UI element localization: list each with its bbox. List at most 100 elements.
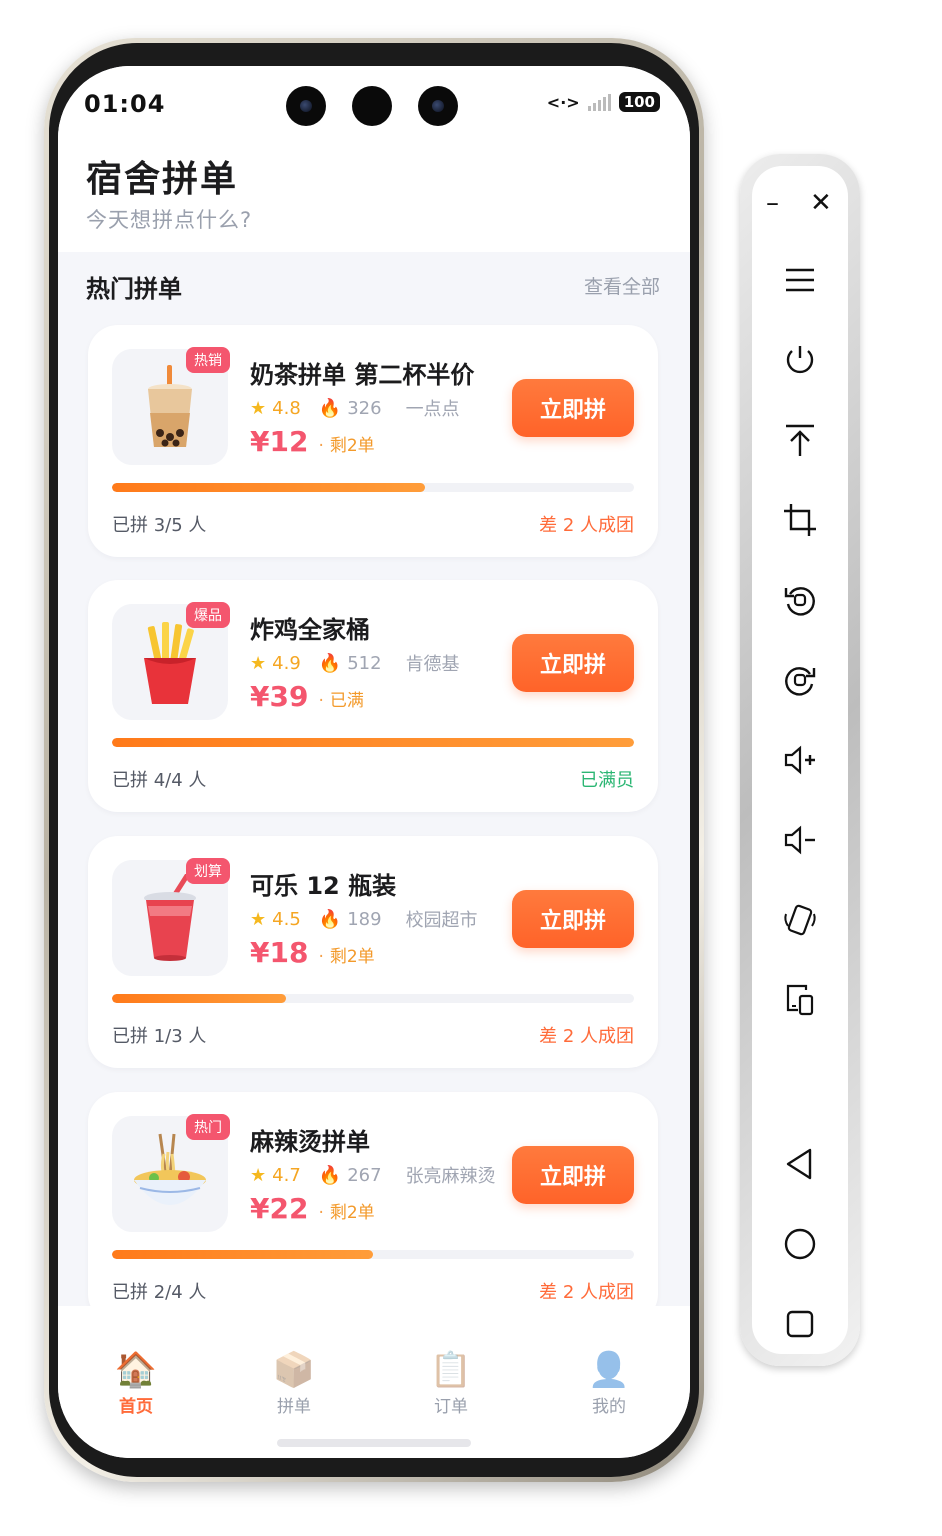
tab-label: 我的: [592, 1397, 626, 1417]
shake-button[interactable]: [772, 892, 828, 948]
remaining-text: 剩2单: [329, 436, 375, 456]
group-progress-bar: [112, 738, 634, 747]
shake-icon: [784, 904, 816, 936]
card-tag: 爆品: [186, 602, 230, 628]
remaining-text: 已满: [329, 691, 364, 711]
rotate-right-button[interactable]: [772, 652, 828, 708]
bottom-tab-bar: 🏠 首页 📦 拼单 📋 订单 👤 我的: [58, 1306, 690, 1458]
tab-label: 首页: [119, 1397, 153, 1417]
fire-icon: 🔥: [318, 908, 342, 930]
data-transfer-icon: <·>: [546, 92, 580, 112]
scroll-top-button[interactable]: [772, 412, 828, 468]
tab-profile[interactable]: 👤 我的: [559, 1350, 659, 1417]
joined-count: 已拼 3/5 人: [112, 515, 207, 536]
home-indicator[interactable]: [277, 1439, 471, 1447]
group-order-card[interactable]: 划算 可乐 12 瓶装 ★ 4.5 🔥 189 校园超市 ¥18 · 剩2单 立即…: [88, 836, 658, 1068]
item-meta: ★ 4.9 🔥 512 肯德基: [250, 650, 460, 676]
price-row: ¥22 · 剩2单: [250, 1192, 375, 1225]
product-thumbnail: 划算: [112, 858, 230, 976]
recents-button[interactable]: [772, 1296, 828, 1352]
rotate-left-button[interactable]: [772, 572, 828, 628]
camera-icon: [418, 86, 458, 126]
product-thumbnail: 热门: [112, 1114, 230, 1232]
minimize-icon[interactable]: –: [766, 188, 779, 218]
star-icon: ★: [250, 397, 267, 419]
volume-down-button[interactable]: [772, 812, 828, 868]
item-rating: 4.5: [272, 908, 301, 930]
remaining-text: 剩2单: [329, 1203, 375, 1223]
join-now-button[interactable]: 立即拼: [512, 634, 634, 692]
product-thumbnail: 热销: [112, 347, 230, 465]
tab-orders[interactable]: 📋 订单: [401, 1350, 501, 1417]
group-progress-bar: [112, 1250, 634, 1259]
star-icon: ★: [250, 1164, 267, 1186]
joined-count: 已拼 4/4 人: [112, 770, 207, 791]
app-header: 宿舍拼单 今天想拼点什么?: [58, 146, 690, 252]
menu-icon: [786, 268, 814, 292]
clipboard-icon: 📋: [429, 1350, 473, 1390]
item-price: ¥12: [250, 425, 309, 458]
home-button[interactable]: [772, 1216, 828, 1272]
home-circle-icon: [784, 1228, 816, 1260]
fire-icon: 🔥: [318, 652, 342, 674]
price-row: ¥12 · 剩2单: [250, 425, 375, 458]
status-icons: <·> 100: [547, 92, 660, 112]
join-now-button[interactable]: 立即拼: [512, 890, 634, 948]
item-sales: 326: [347, 397, 382, 419]
item-sales: 267: [347, 1164, 382, 1186]
package-icon: 📦: [272, 1350, 316, 1390]
user-icon: 👤: [587, 1350, 631, 1390]
page-subtitle: 今天想拼点什么?: [86, 208, 253, 232]
join-now-button[interactable]: 立即拼: [512, 1146, 634, 1204]
camera-icon: [352, 86, 392, 126]
item-rating: 4.9: [272, 652, 301, 674]
volume-up-button[interactable]: [772, 732, 828, 788]
camera-icon: [286, 86, 326, 126]
item-name: 可乐 12 瓶装: [250, 872, 397, 900]
star-icon: ★: [250, 652, 267, 674]
join-now-button[interactable]: 立即拼: [512, 379, 634, 437]
group-order-card[interactable]: 热门 麻辣烫拼单 ★ 4.7 🔥 267 张亮麻辣烫 ¥22 · 剩2单 立即拼 …: [88, 1092, 658, 1324]
fire-icon: 🔥: [318, 1164, 342, 1186]
item-sales: 189: [347, 908, 382, 930]
tab-home[interactable]: 🏠 首页: [86, 1350, 186, 1417]
house-icon: 🏠: [114, 1350, 158, 1390]
shop-name: 张亮麻辣烫: [405, 1166, 496, 1187]
fire-icon: 🔥: [318, 397, 342, 419]
tab-label: 订单: [434, 1397, 468, 1417]
remaining-text: 剩2单: [329, 947, 375, 967]
emulator-toolbar: – ✕: [740, 154, 860, 1366]
power-button[interactable]: [772, 332, 828, 388]
tab-label: 拼单: [277, 1397, 311, 1417]
item-name: 奶茶拼单 第二杯半价: [250, 361, 475, 389]
back-button[interactable]: [772, 1136, 828, 1192]
group-order-card[interactable]: 爆品 炸鸡全家桶 ★ 4.9 🔥 512 肯德基 ¥39 · 已满 立即拼 已拼 …: [88, 580, 658, 812]
item-price: ¥22: [250, 1192, 309, 1225]
price-row: ¥39 · 已满: [250, 680, 364, 713]
rotate-left-icon: [784, 587, 815, 616]
group-status-note: 已满员: [580, 770, 634, 791]
crop-icon: [784, 504, 816, 536]
shop-name: 校园超市: [405, 910, 478, 931]
card-tag: 划算: [186, 858, 230, 884]
remaining-orders: · 已满: [318, 691, 364, 711]
remaining-orders: · 剩2单: [318, 1203, 375, 1223]
tab-group-orders[interactable]: 📦 拼单: [244, 1350, 344, 1417]
noodle-bowl-icon: [134, 1133, 206, 1205]
close-icon[interactable]: ✕: [810, 188, 832, 218]
item-price: ¥18: [250, 936, 309, 969]
multi-device-button[interactable]: [772, 972, 828, 1028]
item-meta: ★ 4.7 🔥 267 张亮麻辣烫: [250, 1162, 496, 1188]
status-time: 01:04: [84, 90, 166, 118]
view-all-link[interactable]: 查看全部: [584, 272, 660, 299]
group-progress-bar: [112, 994, 634, 1003]
remaining-orders: · 剩2单: [318, 436, 375, 456]
signal-icon: [587, 93, 611, 111]
joined-count: 已拼 1/3 人: [112, 1026, 207, 1047]
app-screen: 01:04 <·> 100 宿舍拼单 今天想拼点什么? 热门拼单 查看全部 热销…: [58, 66, 690, 1458]
item-meta: ★ 4.8 🔥 326 一点点: [250, 395, 460, 421]
screenshot-button[interactable]: [772, 492, 828, 548]
shop-name: 一点点: [405, 399, 460, 420]
group-order-card[interactable]: 热销 奶茶拼单 第二杯半价 ★ 4.8 🔥 326 一点点 ¥12 · 剩2单 立…: [88, 325, 658, 557]
menu-button[interactable]: [772, 252, 828, 308]
